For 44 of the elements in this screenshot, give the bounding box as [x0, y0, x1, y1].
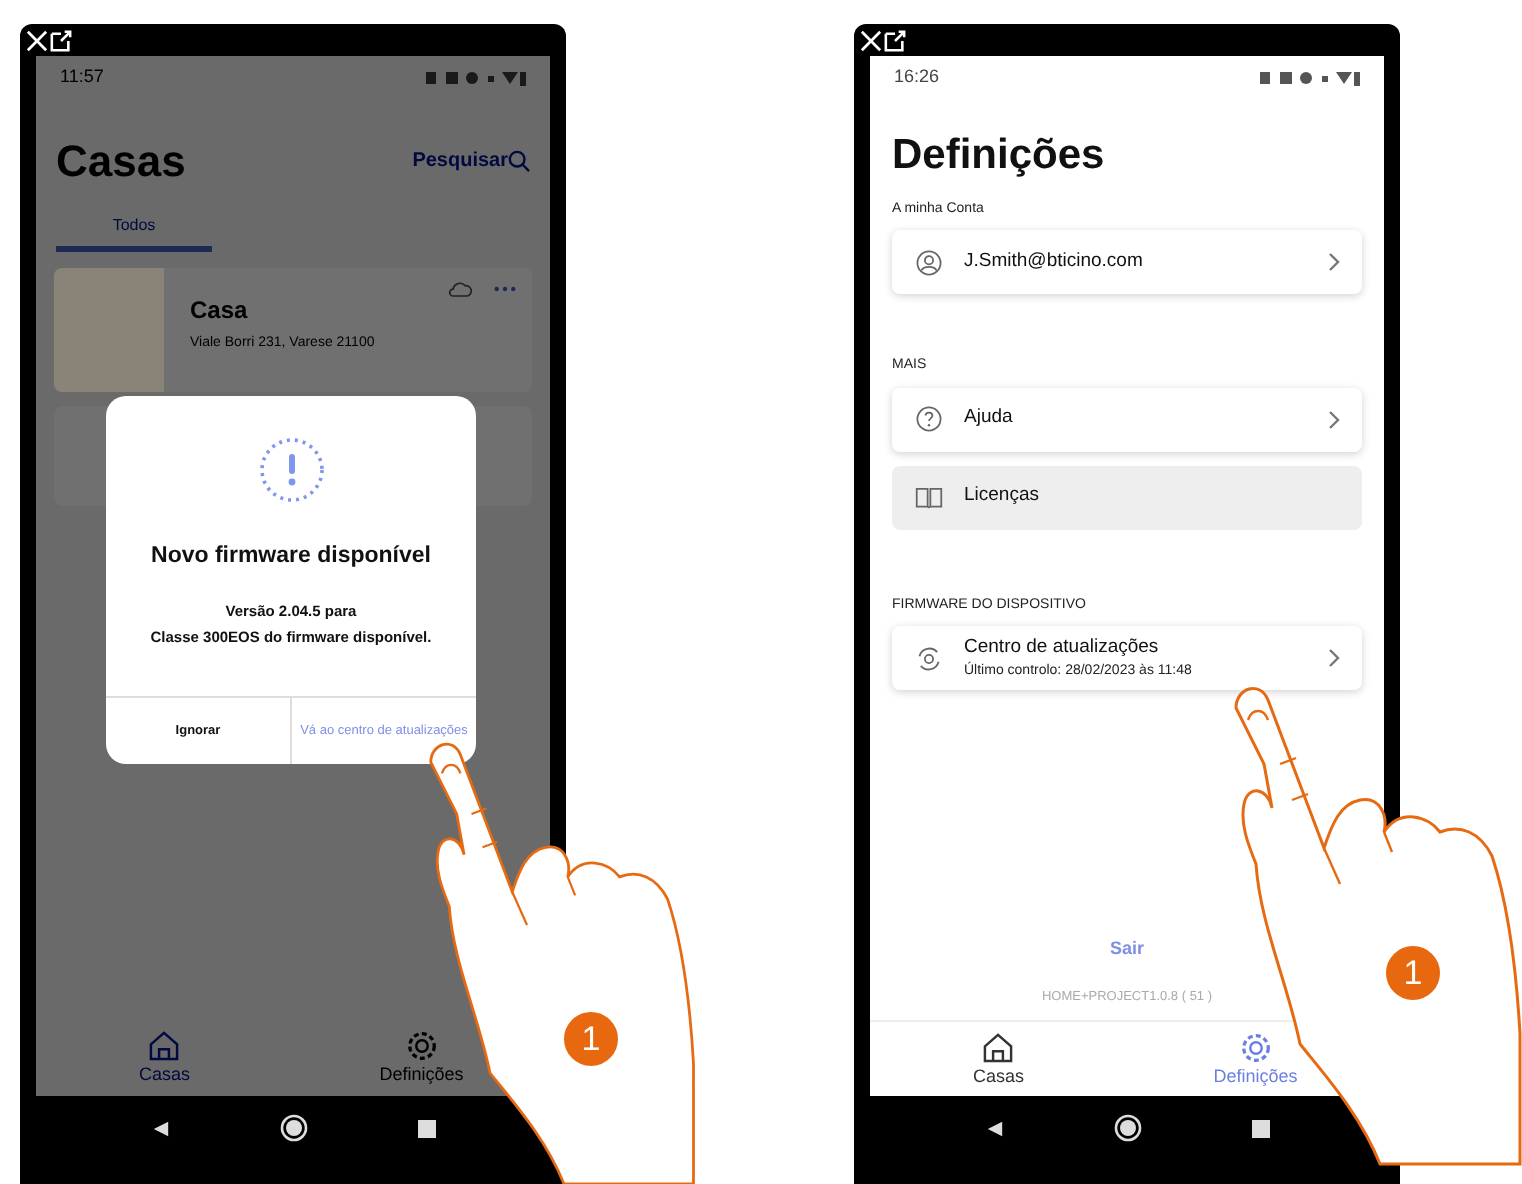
- nav-tab[interactable]: Casas: [138, 1028, 190, 1088]
- back-icon[interactable]: [985, 1119, 1003, 1137]
- book-icon: [914, 482, 944, 512]
- help-icon: [914, 404, 944, 434]
- settings-item[interactable]: Ajuda: [892, 387, 1362, 451]
- home-icon: [980, 1029, 1017, 1066]
- page-title: Casas: [56, 134, 186, 190]
- status-icons-drawing: [1260, 70, 1360, 86]
- nav-tab[interactable]: Definições: [1213, 1029, 1298, 1089]
- recents-icon[interactable]: [417, 1119, 435, 1137]
- logout-link[interactable]: Sair: [1109, 935, 1144, 963]
- alert-icon: [257, 436, 325, 504]
- chevron-icon: [1328, 409, 1340, 429]
- cloud-icon: [448, 282, 472, 298]
- home-button-icon[interactable]: [279, 1114, 307, 1142]
- dialog-title: Novo firmware disponível: [151, 542, 431, 572]
- photo-placeholder: [54, 268, 164, 392]
- filter-tab[interactable]: Todos: [56, 214, 212, 252]
- home-icon: [146, 1028, 183, 1065]
- external-link-icon[interactable]: [50, 29, 72, 51]
- external-link-icon[interactable]: [884, 29, 906, 51]
- search-icon: [508, 150, 530, 172]
- status-icons-drawing: [426, 70, 526, 86]
- back-icon[interactable]: [151, 1119, 169, 1137]
- status-time: 16:26: [894, 64, 940, 91]
- status-time: 11:57: [60, 64, 104, 91]
- settings-icon: [1237, 1029, 1274, 1066]
- settings-item[interactable]: J.Smith@bticino.com: [892, 230, 1362, 294]
- nav-tab[interactable]: Casas: [972, 1029, 1024, 1089]
- page-title: Definições: [892, 132, 1105, 178]
- close-icon[interactable]: [26, 29, 48, 51]
- more-icon[interactable]: [494, 286, 516, 292]
- chevron-icon: [1328, 252, 1340, 272]
- close-icon[interactable]: [860, 29, 882, 51]
- home-button-icon[interactable]: [1113, 1114, 1141, 1142]
- update-icon: [914, 643, 944, 673]
- home-name: Casa: [190, 294, 250, 328]
- search-button[interactable]: Pesquisar: [412, 146, 530, 176]
- recents-icon[interactable]: [1251, 1119, 1269, 1137]
- user-icon: [914, 247, 944, 277]
- chevron-icon: [1328, 648, 1340, 668]
- settings-item[interactable]: Licenças: [892, 465, 1362, 529]
- nav-tab[interactable]: Definições: [379, 1028, 464, 1088]
- settings-icon: [403, 1028, 440, 1065]
